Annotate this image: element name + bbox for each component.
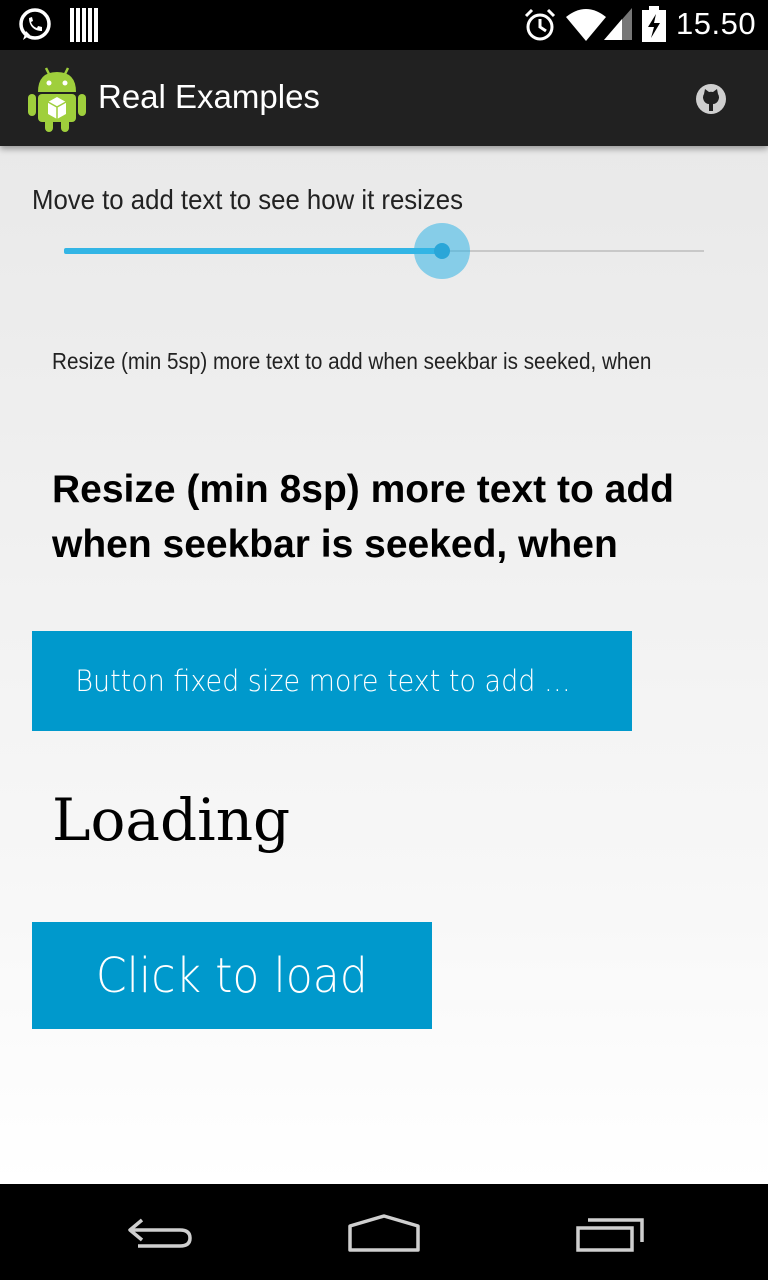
alarm-icon bbox=[524, 8, 556, 41]
android-logo-icon[interactable] bbox=[28, 64, 86, 132]
action-bar: Real Examples bbox=[0, 50, 768, 146]
signal-icon bbox=[604, 8, 632, 40]
app-title: Real Examples bbox=[98, 78, 320, 115]
seekbar-progress bbox=[64, 248, 442, 254]
status-bar: 15.50 bbox=[0, 0, 768, 50]
fixed-size-button-label: Button fixed size more text to add when … bbox=[75, 664, 588, 698]
fixed-size-button[interactable]: Button fixed size more text to add when … bbox=[32, 631, 632, 731]
back-icon[interactable] bbox=[124, 1212, 196, 1256]
navigation-bar bbox=[0, 1184, 768, 1280]
github-icon[interactable] bbox=[694, 82, 728, 116]
content-area: Move to add text to see how it resizes R… bbox=[0, 146, 768, 1184]
resize-min-8sp-text: Resize (min 8sp) more text to add when s… bbox=[52, 468, 674, 566]
battery-charging-icon bbox=[642, 6, 666, 42]
loading-text: Loading bbox=[52, 786, 291, 854]
seekbar-label: Move to add text to see how it resizes bbox=[32, 184, 463, 215]
text-length-seekbar[interactable] bbox=[64, 223, 704, 279]
barcode-icon bbox=[70, 8, 98, 42]
resize-min-5sp-text: Resize (min 5sp) more text to add when s… bbox=[52, 348, 652, 374]
seekbar-thumb[interactable] bbox=[433, 243, 450, 259]
click-to-load-label: Click to load bbox=[95, 947, 369, 1004]
home-icon[interactable] bbox=[346, 1212, 422, 1256]
wifi-icon bbox=[566, 9, 606, 41]
clock-text: 15.50 bbox=[676, 6, 757, 41]
recents-icon[interactable] bbox=[574, 1212, 646, 1256]
whatsapp-icon bbox=[19, 8, 51, 40]
click-to-load-button[interactable]: Click to load bbox=[32, 922, 432, 1029]
